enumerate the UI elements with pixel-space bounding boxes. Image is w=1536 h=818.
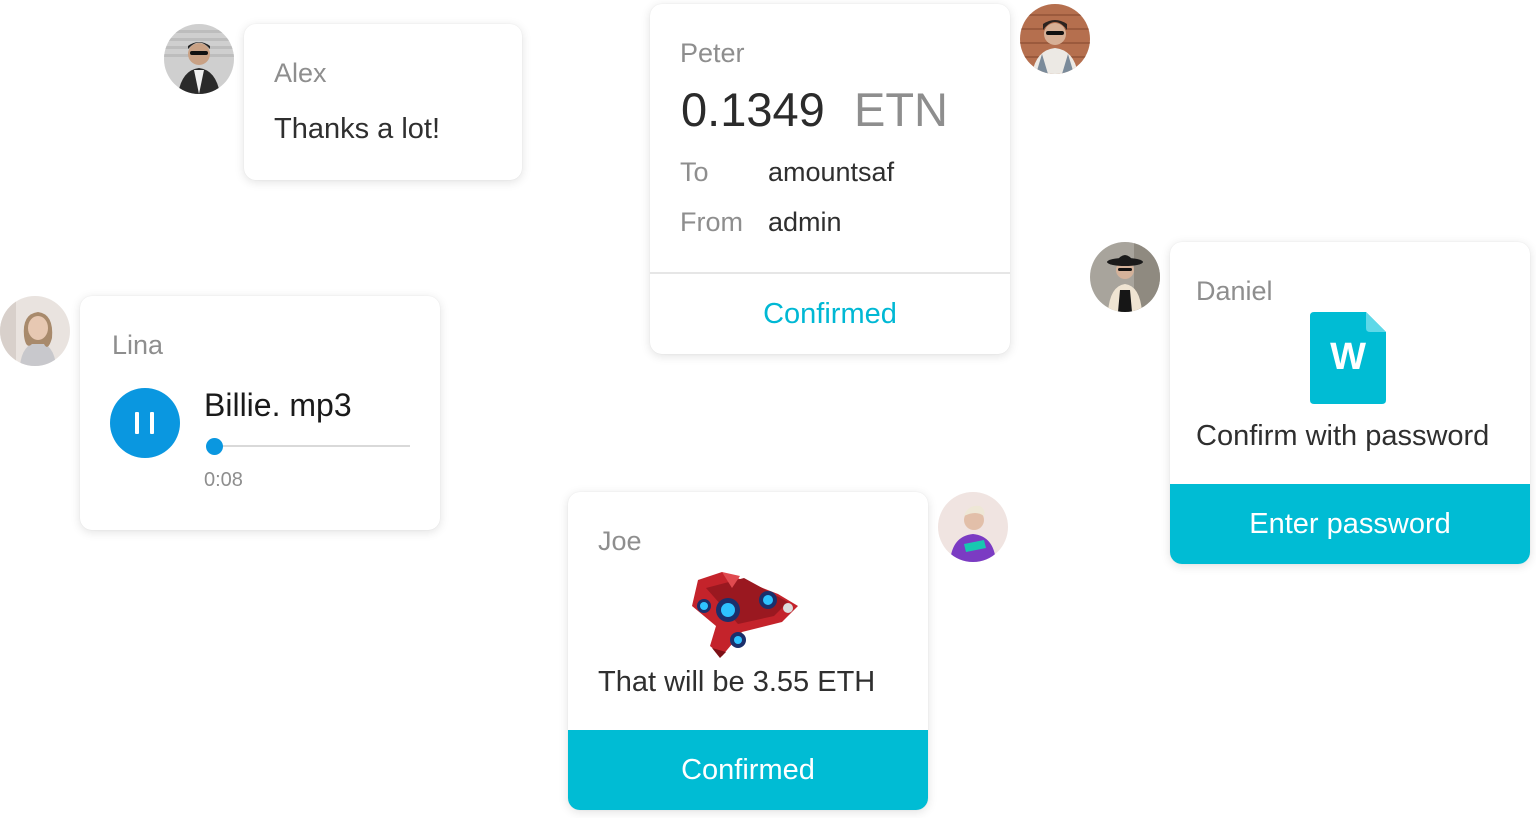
sender-name: Joe [598,526,642,556]
message-card-alex: Alex Thanks a lot! [244,24,522,180]
from-value: admin [768,207,842,237]
message-text: That will be 3.55 ETH [598,666,876,698]
to-label: To [680,157,709,187]
spaceship-image [682,566,802,662]
audio-file-name: Billie. mp3 [204,387,352,423]
currency-label: ETN [854,83,948,136]
enter-password-button[interactable]: Enter password [1170,484,1530,564]
sender-name: Daniel [1196,276,1273,306]
sender-name: Lina [112,330,164,360]
confirmed-button[interactable]: Confirmed [568,730,928,810]
confirmed-button[interactable]: Confirmed [650,274,1010,354]
message-text: Thanks a lot! [274,113,441,145]
avatar-peter [1020,4,1090,74]
to-value: amountsaf [768,157,895,187]
payment-card-joe: Joe That will be 3.55 ETH Confirmed [568,492,928,810]
avatar-daniel [1090,242,1160,312]
avatar-lina [0,296,70,366]
avatar-alex [164,24,234,94]
word-document-icon[interactable]: W [1310,312,1386,404]
audio-progress-knob[interactable] [206,438,223,455]
avatar-joe [938,492,1008,562]
message-text: Confirm with password [1196,420,1490,452]
pause-button[interactable] [110,388,180,458]
from-label: From [680,207,743,237]
amount-value: 0.1349 [681,83,825,136]
transaction-card-peter: Peter 0.1349 ETN To amountsaf From admin… [650,4,1010,354]
sender-name: Peter [680,38,745,68]
document-card-daniel: Daniel W Confirm with password Enter pas… [1170,242,1530,564]
sender-name: Alex [274,58,327,88]
audio-progress-track[interactable] [214,445,410,447]
audio-elapsed-time: 0:08 [204,469,243,491]
audio-card-lina: Lina Billie. mp3 0:08 [80,296,440,530]
document-icon-letter: W [1330,336,1366,378]
